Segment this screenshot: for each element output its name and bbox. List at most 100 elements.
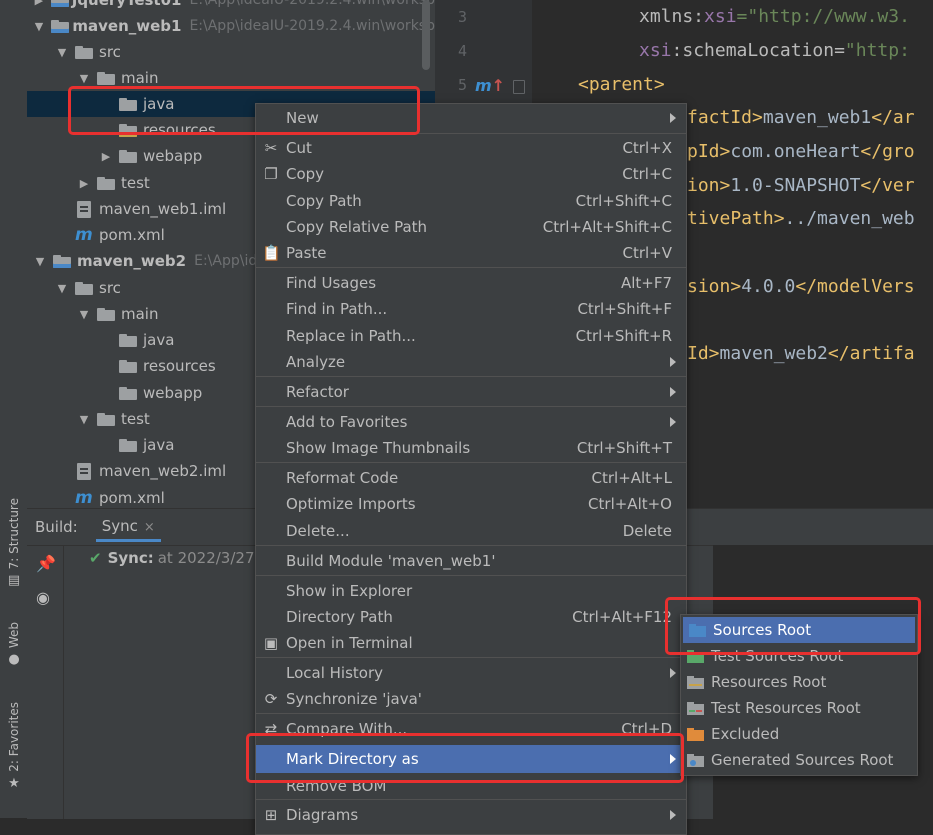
tree-row-jquerytest01[interactable]: ▶ JqueryTest01 E:\App\ideaIU-2019.2.4.win… — [27, 0, 435, 13]
scissors-icon: ✂ — [264, 139, 278, 157]
collapse-arrow-icon[interactable]: ▼ — [55, 282, 69, 295]
submenu-arrow-icon — [670, 113, 676, 123]
collapse-arrow-icon[interactable]: ▼ — [77, 72, 91, 85]
tree-row-label: test — [121, 410, 150, 428]
menu-item-find-in-path[interactable]: Find in Path... Ctrl+Shift+F — [256, 296, 686, 322]
tab-sync-label: Sync — [101, 516, 138, 535]
maven-icon: m — [75, 488, 93, 508]
menu-item-optimize-imports[interactable]: Optimize Imports Ctrl+Alt+O — [256, 491, 686, 517]
tree-row-label: maven_web2 — [77, 252, 187, 270]
menu-item-copy-path[interactable]: Copy Path Ctrl+Shift+C — [256, 188, 686, 214]
menu-item-local-history[interactable]: Local History — [256, 660, 686, 686]
fold-marker-icon[interactable] — [513, 80, 525, 94]
maven-parent-gutter-icon[interactable]: m↑ — [475, 76, 505, 95]
favorites-tool-label: 2: Favorites — [7, 702, 21, 772]
code-line: xmlns:xsi="http://www.w3. — [639, 6, 910, 27]
structure-icon: ▤ — [7, 573, 21, 589]
menu-item-cut[interactable]: ✂ Cut Ctrl+X — [256, 135, 686, 161]
menu-item-copy-relative-path[interactable]: Copy Relative Path Ctrl+Alt+Shift+C — [256, 214, 686, 240]
collapse-arrow-icon[interactable]: ▼ — [55, 46, 69, 59]
maven-icon: m — [75, 225, 93, 245]
code-line: tivePath>../maven_web — [687, 208, 915, 229]
structure-tool-label: 7: Structure — [7, 498, 21, 570]
menu-item-copy[interactable]: ❐ Copy Ctrl+C — [256, 161, 686, 187]
tree-row-label: java — [143, 331, 175, 349]
menu-item-refactor[interactable]: Refactor — [256, 379, 686, 405]
submenu-item-excluded[interactable]: Excluded — [681, 721, 917, 747]
annotation-box-sources-root — [665, 597, 921, 655]
web-tool-button[interactable]: Web ● — [3, 622, 25, 667]
menu-item-reformat-code[interactable]: Reformat Code Ctrl+Alt+L — [256, 465, 686, 491]
code-line: ion>1.0-SNAPSHOT</ver — [687, 175, 915, 196]
sync-label: Sync: — [107, 549, 154, 567]
folder-icon — [119, 333, 137, 347]
tab-sync[interactable]: Sync × — [95, 513, 161, 542]
folder-icon — [97, 307, 115, 321]
code-line: <parent> — [578, 74, 665, 95]
build-tool-column: 📌 ◉ — [27, 546, 64, 819]
menu-item-paste[interactable]: 📋 Paste Ctrl+V — [256, 240, 686, 266]
menu-item-delete[interactable]: Delete... Delete — [256, 518, 686, 544]
menu-item-open-in-terminal[interactable]: ▣ Open in Terminal — [256, 630, 686, 656]
code-line: pId>com.oneHeart</gro — [687, 141, 915, 162]
test-resources-root-folder-icon — [687, 701, 704, 715]
folder-icon — [97, 412, 115, 426]
structure-tool-button[interactable]: 7: Structure ▤ — [3, 498, 25, 588]
menu-item-build-module[interactable]: Build Module 'maven_web1' — [256, 548, 686, 574]
pin-icon[interactable]: 📌 — [36, 554, 56, 573]
resources-root-folder-icon — [687, 675, 704, 689]
line-number: 3 — [457, 8, 467, 26]
sync-status-line[interactable]: ✔ Sync: at 2022/3/27 — [89, 549, 255, 567]
submenu-item-resources-root[interactable]: Resources Root — [681, 669, 917, 695]
line-number: 4 — [457, 42, 467, 60]
tree-row-label: main — [121, 305, 159, 323]
menu-item-show-in-explorer[interactable]: Show in Explorer — [256, 578, 686, 604]
tree-row-label: test — [121, 174, 150, 192]
expand-arrow-icon[interactable]: ▶ — [99, 150, 113, 163]
menu-item-directory-path[interactable]: Directory Path Ctrl+Alt+F12 — [256, 604, 686, 630]
submenu-item-generated-sources-root[interactable]: Generated Sources Root — [681, 747, 917, 773]
expand-arrow-icon[interactable]: ▶ — [77, 177, 91, 190]
collapse-arrow-icon[interactable]: ▼ — [77, 413, 91, 426]
tree-row-label: pom.xml — [99, 226, 165, 244]
collapse-arrow-icon[interactable]: ▼ — [33, 255, 47, 268]
module-folder-icon — [50, 0, 69, 7]
project-scrollbar[interactable] — [422, 0, 430, 70]
collapse-arrow-icon[interactable]: ▼ — [33, 20, 45, 33]
menu-item-diagrams[interactable]: ⊞ Diagrams — [256, 802, 686, 828]
tree-row-label: java — [143, 436, 175, 454]
submenu-arrow-icon — [670, 357, 676, 367]
close-icon[interactable]: × — [144, 520, 155, 535]
menu-item-find-usages[interactable]: Find Usages Alt+F7 — [256, 270, 686, 296]
menu-item-synchronize[interactable]: ⟳ Synchronize 'java' — [256, 686, 686, 712]
menu-item-replace-in-path[interactable]: Replace in Path... Ctrl+Shift+R — [256, 323, 686, 349]
tree-row-src[interactable]: ▼ src — [27, 39, 435, 65]
folder-icon — [97, 176, 115, 190]
copy-icon: ❐ — [264, 165, 278, 183]
eye-icon[interactable]: ◉ — [36, 588, 50, 607]
tree-row-path: E:\App\ideaIU-2019.2.4.win\worksp — [189, 18, 435, 34]
tree-row-maven-web1[interactable]: ▼ maven_web1 E:\App\ideaIU-2019.2.4.win\w… — [27, 13, 435, 39]
sync-icon: ⟳ — [264, 690, 278, 708]
terminal-icon: ▣ — [263, 634, 279, 652]
expand-arrow-icon[interactable]: ▶ — [33, 0, 45, 7]
menu-item-show-image-thumbnails[interactable]: Show Image Thumbnails Ctrl+Shift+T — [256, 435, 686, 461]
submenu-arrow-icon — [670, 668, 676, 678]
collapse-arrow-icon[interactable]: ▼ — [77, 308, 91, 321]
check-icon: ✔ — [89, 549, 102, 567]
web-tool-label: Web — [7, 622, 21, 649]
tree-row-label: maven_web1 — [72, 17, 182, 35]
left-tool-strip: 7: Structure ▤ Web ● 2: Favorites ★ — [0, 0, 28, 818]
folder-icon — [97, 71, 115, 85]
annotation-box-java — [68, 86, 420, 135]
sync-timestamp: at 2022/3/27 — [157, 549, 255, 567]
tree-row-label: maven_web1.iml — [99, 200, 227, 218]
folder-icon — [75, 281, 93, 295]
menu-item-analyze[interactable]: Analyze — [256, 349, 686, 375]
tree-row-label: JqueryTest01 — [71, 0, 182, 9]
favorites-tool-button[interactable]: 2: Favorites ★ — [3, 702, 25, 791]
submenu-item-test-resources-root[interactable]: Test Resources Root — [681, 695, 917, 721]
menu-item-add-to-favorites[interactable]: Add to Favorites — [256, 409, 686, 435]
folder-icon — [119, 386, 137, 400]
excluded-folder-icon — [687, 727, 704, 741]
